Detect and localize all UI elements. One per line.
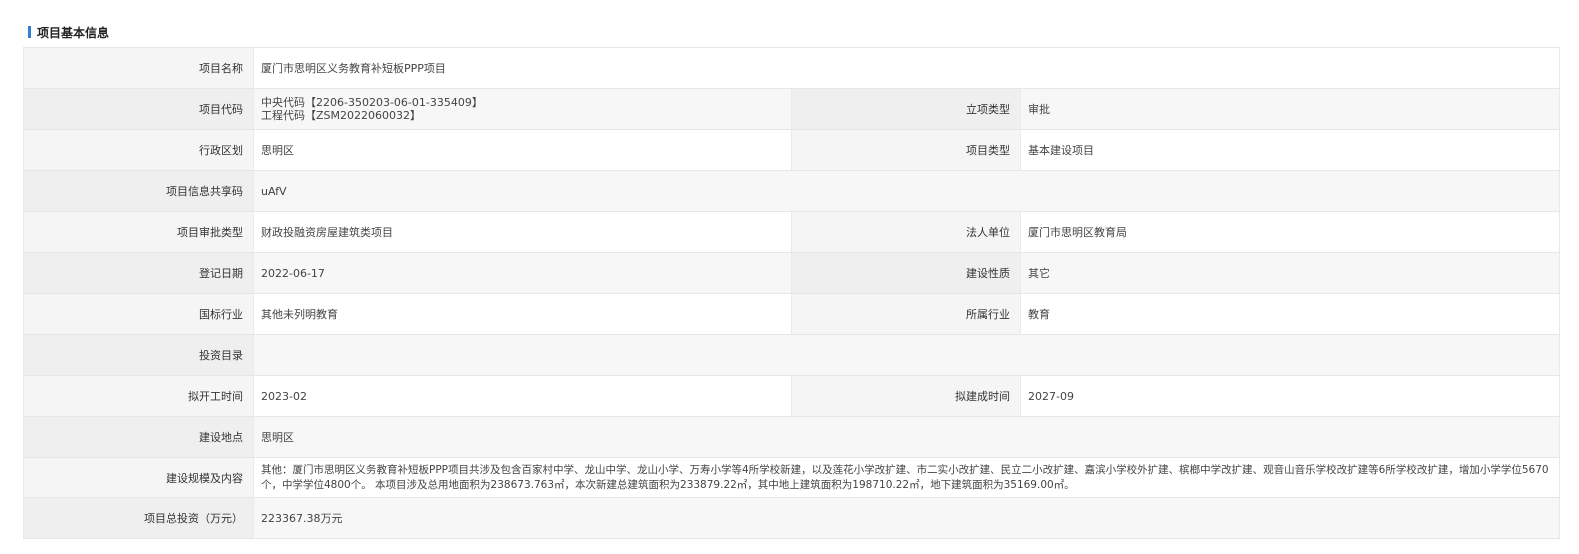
row-district: 行政区划 思明区 项目类型 基本建设项目 — [24, 130, 1559, 171]
value-review-type: 财政投融资房屋建筑类项目 — [261, 226, 393, 239]
engineering-code: 工程代码【ZSM2022060032】 — [261, 109, 421, 122]
label-share-code: 项目信息共享码 — [24, 171, 254, 211]
label-review-type: 项目审批类型 — [24, 212, 254, 252]
value-national-industry: 其他未列明教育 — [261, 308, 338, 321]
section-header: 项目基本信息 — [28, 24, 109, 40]
section-title: 项目基本信息 — [37, 25, 110, 40]
value-location: 思明区 — [261, 431, 294, 444]
value-total-investment: 223367.38万元 — [261, 512, 343, 525]
label-planned-start: 拟开工时间 — [24, 376, 254, 416]
value-project-type: 基本建设项目 — [1028, 144, 1094, 157]
row-industry: 国标行业 其他未列明教育 所属行业 教育 — [24, 294, 1559, 335]
row-total-investment: 项目总投资（万元） 223367.38万元 — [24, 498, 1559, 539]
central-code: 中央代码【2206-350203-06-01-335409】 — [261, 96, 483, 109]
value-district: 思明区 — [261, 144, 294, 157]
value-sector: 教育 — [1028, 308, 1050, 321]
row-registration-date: 登记日期 2022-06-17 建设性质 其它 — [24, 253, 1559, 294]
label-investment-catalog: 投资目录 — [24, 335, 254, 375]
row-share-code: 项目信息共享码 uAfV — [24, 171, 1559, 212]
row-project-code: 项目代码 中央代码【2206-350203-06-01-335409】 工程代码… — [24, 89, 1559, 130]
value-planned-finish: 2027-09 — [1028, 389, 1074, 403]
value-legal-unit: 厦门市思明区教育局 — [1028, 226, 1127, 239]
label-legal-unit: 法人单位 — [791, 212, 1021, 252]
label-district: 行政区划 — [24, 130, 254, 170]
value-approval-type: 审批 — [1028, 103, 1050, 116]
row-location: 建设地点 思明区 — [24, 417, 1559, 458]
row-schedule: 拟开工时间 2023-02 拟建成时间 2027-09 — [24, 376, 1559, 417]
label-approval-type: 立项类型 — [791, 89, 1021, 129]
label-total-investment: 项目总投资（万元） — [24, 498, 254, 538]
label-location: 建设地点 — [24, 417, 254, 457]
label-project-type: 项目类型 — [791, 130, 1021, 170]
row-project-name: 项目名称 厦门市思明区义务教育补短板PPP项目 — [24, 48, 1559, 89]
label-scale: 建设规模及内容 — [24, 458, 254, 497]
row-review-type: 项目审批类型 财政投融资房屋建筑类项目 法人单位 厦门市思明区教育局 — [24, 212, 1559, 253]
value-investment-catalog — [254, 335, 1559, 375]
value-share-code: uAfV — [261, 184, 287, 198]
label-project-code: 项目代码 — [24, 89, 254, 129]
section-accent-bar — [28, 26, 31, 38]
row-scale: 建设规模及内容 其他：厦门市思明区义务教育补短板PPP项目共涉及包含百家村中学、… — [24, 458, 1559, 498]
label-project-name: 项目名称 — [24, 48, 254, 88]
value-planned-start: 2023-02 — [261, 389, 307, 403]
label-planned-finish: 拟建成时间 — [791, 376, 1021, 416]
label-national-industry: 国标行业 — [24, 294, 254, 334]
value-project-name: 厦门市思明区义务教育补短板PPP项目 — [261, 62, 446, 75]
value-project-code: 中央代码【2206-350203-06-01-335409】 工程代码【ZSM2… — [254, 89, 791, 129]
label-registration-date: 登记日期 — [24, 253, 254, 293]
value-registration-date: 2022-06-17 — [261, 266, 325, 280]
row-investment-catalog: 投资目录 — [24, 335, 1559, 376]
value-construction-nature: 其它 — [1028, 267, 1050, 280]
project-info-table: 项目名称 厦门市思明区义务教育补短板PPP项目 项目代码 中央代码【2206-3… — [23, 47, 1560, 539]
label-construction-nature: 建设性质 — [791, 253, 1021, 293]
label-sector: 所属行业 — [791, 294, 1021, 334]
value-scale: 其他：厦门市思明区义务教育补短板PPP项目共涉及包含百家村中学、龙山中学、龙山小… — [261, 463, 1549, 491]
